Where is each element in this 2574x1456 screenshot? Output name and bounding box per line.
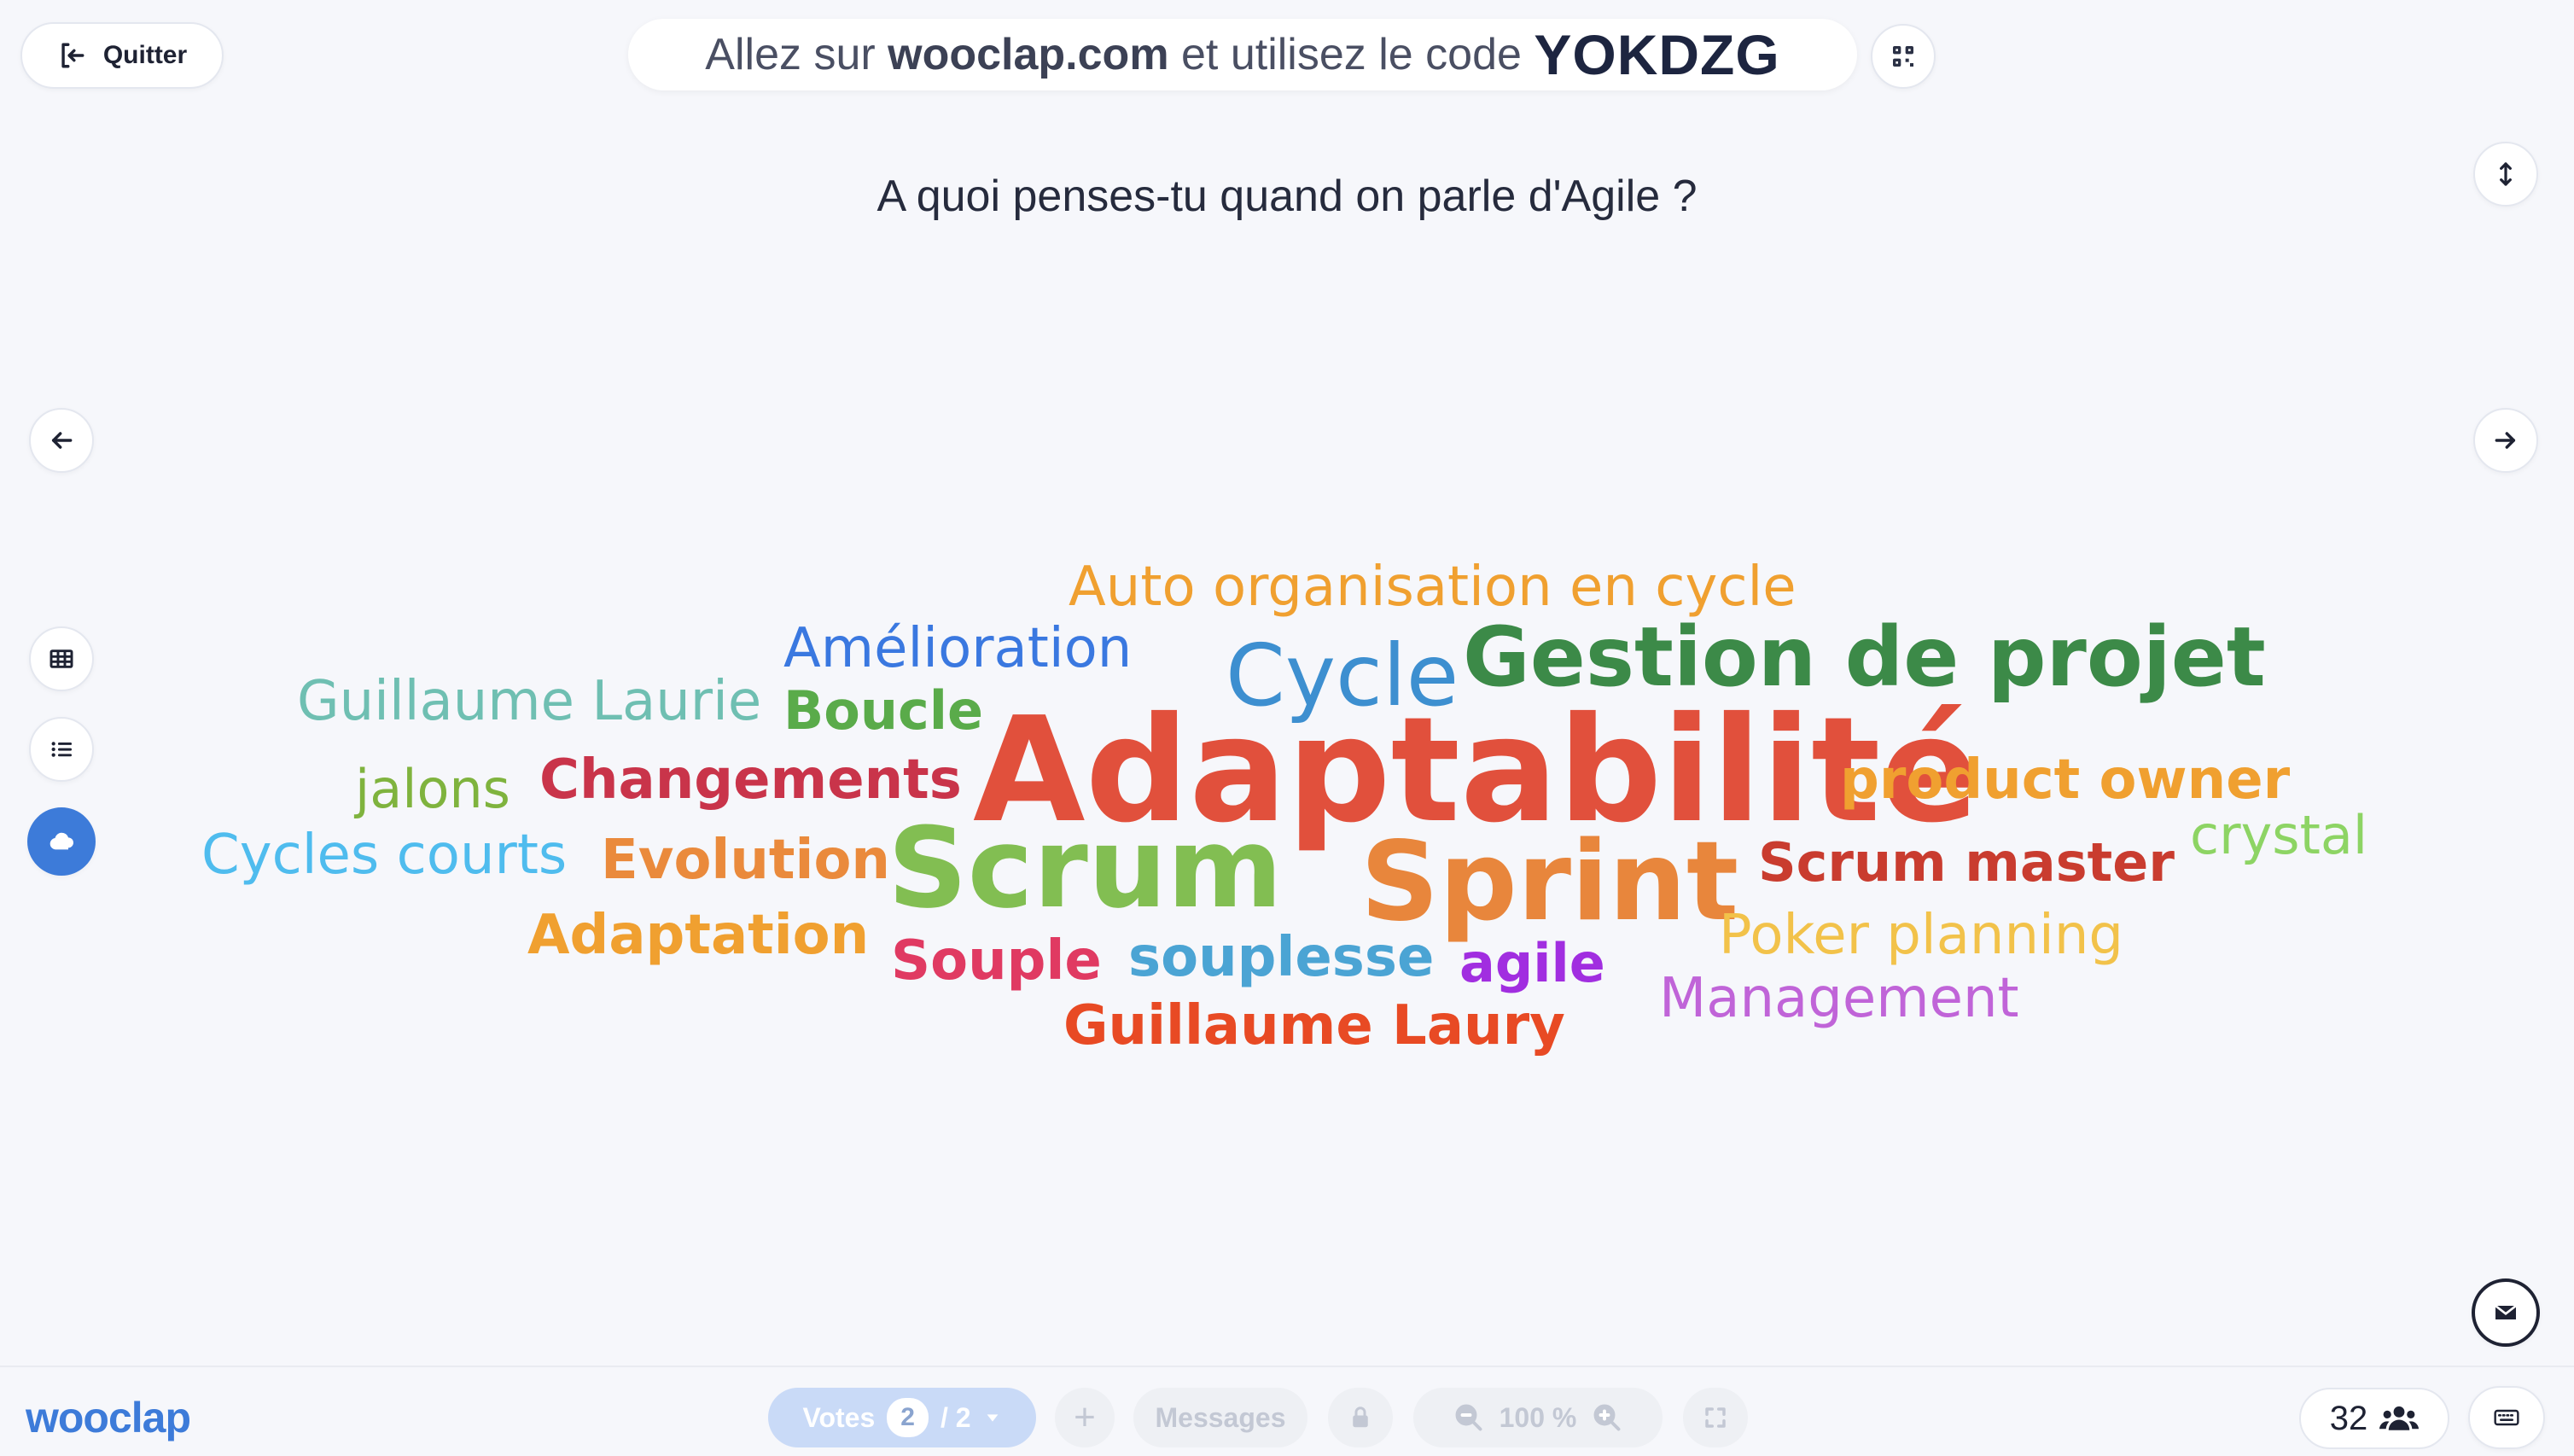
word-cloud-word: crystal [2190,804,2368,866]
votes-total: / 2 [940,1401,971,1433]
word-cloud-word: Auto organisation en cycle [1069,556,1797,619]
fullscreen-button[interactable] [1683,1388,1748,1447]
add-symbol: + [1074,1396,1096,1438]
word-cloud-word: Guillaume Laurie [297,670,762,733]
word-cloud-word: agile [1459,932,1605,994]
messages-toggle-button[interactable] [2472,1278,2540,1347]
word-cloud-word: Changements [539,748,962,812]
lock-button[interactable] [1328,1388,1393,1447]
word-cloud: Auto organisation en cycle Amélioration Cy… [0,0,2574,1454]
fullscreen-icon [1705,1407,1726,1428]
envelope-icon [2495,1304,2517,1319]
word-cloud-word: Adaptation [527,904,870,967]
keyboard-icon [2494,1409,2519,1426]
word-cloud-word: Boucle [783,679,984,742]
zoom-value: 100 % [1499,1401,1577,1433]
votes-selector[interactable]: Votes 2 / 2 [768,1388,1036,1447]
messages-label: Messages [1155,1401,1286,1433]
word-cloud-word: Sprint [1360,818,1739,946]
lock-icon [1353,1406,1368,1428]
participants-count-button[interactable]: 32 [2299,1388,2449,1449]
word-cloud-word: souplesse [1128,926,1435,989]
zoom-out-icon[interactable] [1453,1402,1484,1433]
word-cloud-word: product owner [1840,748,2291,812]
votes-current: 2 [887,1398,929,1437]
chevron-down-icon [987,1414,998,1422]
participants-count: 32 [2329,1399,2368,1437]
word-cloud-word: Scrum [888,803,1283,933]
word-cloud-word: Cycles courts [201,824,568,887]
wooclap-logo: wooclap [26,1394,191,1441]
keyboard-button[interactable] [2468,1386,2545,1449]
zoom-controls: 100 % [1413,1388,1663,1447]
zoom-in-icon[interactable] [1592,1402,1622,1433]
word-cloud-word: jalons [355,758,510,820]
word-cloud-word: Scrum master [1758,831,2175,894]
word-cloud-word: Souple [891,929,1102,993]
messages-button[interactable]: Messages [1133,1388,1307,1447]
votes-label: Votes [802,1401,876,1433]
word-cloud-word: Poker planning [1719,904,2123,967]
word-cloud-word: Management [1659,967,2019,1030]
people-icon [2379,1406,2420,1430]
word-cloud-word: Evolution [601,829,890,892]
word-cloud-word: Amélioration [783,617,1133,680]
add-button[interactable]: + [1055,1388,1115,1447]
word-cloud-word: Guillaume Laury [1063,994,1565,1057]
